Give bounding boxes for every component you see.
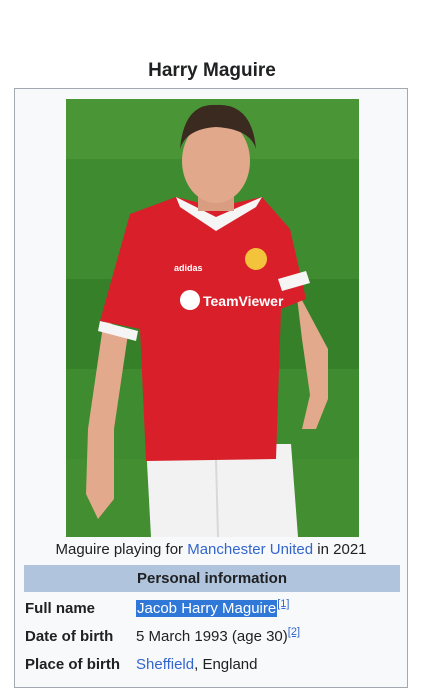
row-date-of-birth: Date of birth 5 March 1993 (age 30)[2] [24,625,404,649]
reference-link[interactable]: [2] [288,626,300,638]
svg-text:adidas: adidas [174,263,203,273]
row-label: Date of birth [25,628,114,645]
row-full-name: Full name Jacob Harry Maguire[1] [24,597,404,621]
player-photo-illustration: TeamViewer adidas [66,99,359,537]
row-value: Sheffield, England [136,653,258,677]
row-label: Place of birth [25,656,121,673]
infobox-title: Harry Maguire [148,60,276,81]
row-label: Full name [25,600,96,617]
section-header-personal-information: Personal information [24,565,400,592]
link-sheffield[interactable]: Sheffield [136,656,194,673]
selected-text[interactable]: Jacob Harry Maguire [136,600,278,617]
infobox: TeamViewer adidas Maguire playing for Ma… [14,88,408,688]
caption-link-manchester-united[interactable]: Manchester United [187,541,313,558]
svg-text:TeamViewer: TeamViewer [203,293,284,309]
reference-2: [2] [288,626,300,638]
date-of-birth-value: 5 March 1993 (age 30) [136,628,288,645]
row-value: 5 March 1993 (age 30)[2] [136,625,300,649]
row-value: Jacob Harry Maguire[1] [136,597,289,621]
row-place-of-birth: Place of birth Sheffield, England [24,653,404,677]
caption-suffix: in 2021 [313,541,367,558]
reference-1: [1] [277,598,289,610]
caption-prefix: Maguire playing for [55,541,188,558]
player-photo[interactable]: TeamViewer adidas [66,99,359,537]
reference-link[interactable]: [1] [277,598,289,610]
photo-caption: Maguire playing for Manchester United in… [15,541,407,558]
place-of-birth-rest: , England [194,656,258,673]
